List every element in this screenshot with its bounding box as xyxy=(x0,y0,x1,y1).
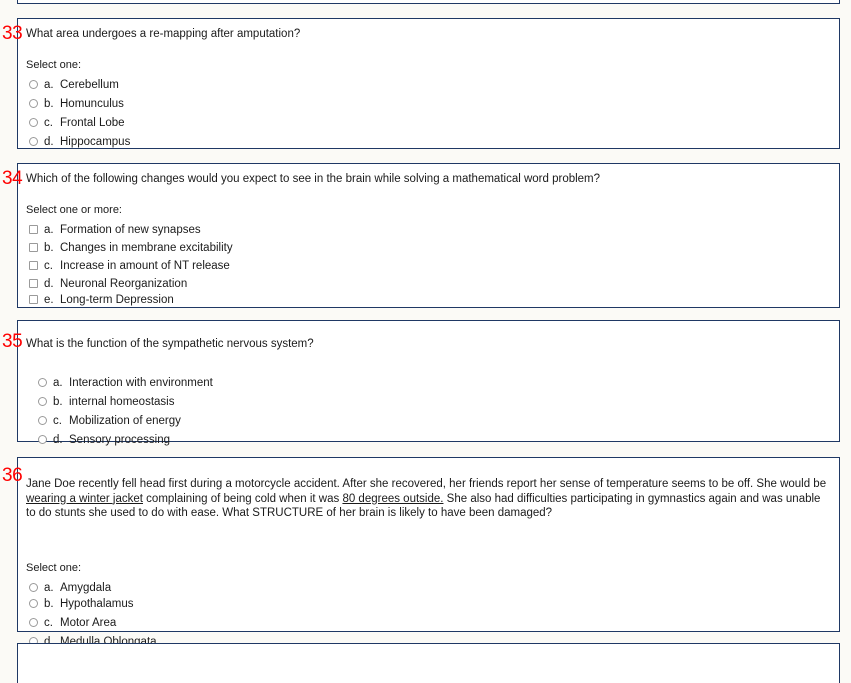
options-list-33: a. Cerebellum b. Homunculus c. Frontal L… xyxy=(26,79,839,148)
options-list-34: a. Formation of new synapses b. Changes … xyxy=(26,224,839,306)
option-letter: b. xyxy=(44,241,54,254)
radio-button-icon[interactable] xyxy=(38,377,47,387)
question-box-35: What is the function of the sympathetic … xyxy=(17,320,840,446)
radio-button-icon[interactable] xyxy=(38,434,47,444)
option-item[interactable]: d. Sensory processing xyxy=(35,434,839,446)
question-text-segment-underlined: wearing a winter jacket xyxy=(26,492,143,505)
option-label: Neuronal Reorganization xyxy=(60,277,188,290)
option-letter: a. xyxy=(44,78,54,91)
options-list-35: a. Interaction with environment b. inter… xyxy=(26,377,839,446)
option-label: Changes in membrane excitability xyxy=(60,241,233,254)
question-box-33: What area undergoes a re-mapping after a… xyxy=(17,18,840,149)
option-letter: a. xyxy=(44,581,54,594)
next-question-partial-box xyxy=(17,643,840,683)
option-item[interactable]: a. Interaction with environment xyxy=(35,377,839,389)
option-item[interactable]: e. Long-term Depression xyxy=(26,294,839,306)
radio-button-icon[interactable] xyxy=(29,598,38,608)
checkbox-icon[interactable] xyxy=(29,278,38,288)
option-letter: e. xyxy=(44,293,54,306)
option-label: Long-term Depression xyxy=(60,293,174,306)
option-label: Frontal Lobe xyxy=(60,116,125,129)
radio-button-icon[interactable] xyxy=(29,582,38,592)
radio-button-icon[interactable] xyxy=(29,79,38,89)
radio-button-icon[interactable] xyxy=(38,415,47,425)
option-letter: c. xyxy=(44,116,53,129)
option-letter: c. xyxy=(44,259,53,272)
option-letter: d. xyxy=(44,135,54,148)
question-number-36: 36 xyxy=(2,465,23,486)
option-label: internal homeostasis xyxy=(69,395,175,408)
question-text-segment: Jane Doe recently fell head first during… xyxy=(26,478,827,490)
question-number-33: 33 xyxy=(2,23,23,44)
option-label: Formation of new synapses xyxy=(60,223,201,236)
option-item[interactable]: b. Homunculus xyxy=(26,98,839,110)
question-text-segment-underlined: 80 degrees outside. xyxy=(342,492,444,505)
question-text-segment: complaining of being cold when it was xyxy=(142,492,343,505)
quiz-page: 33 What area undergoes a re-mapping afte… xyxy=(0,0,851,683)
select-instruction-36: Select one: xyxy=(26,561,82,574)
option-item[interactable]: c. Mobilization of energy xyxy=(35,415,839,427)
option-label: Hypothalamus xyxy=(60,597,134,610)
option-letter: b. xyxy=(44,597,54,610)
previous-question-partial-box xyxy=(17,0,840,4)
option-label: Hippocampus xyxy=(60,135,131,148)
question-text-33: What area undergoes a re-mapping after a… xyxy=(26,28,301,40)
radio-button-icon[interactable] xyxy=(29,98,38,108)
option-label: Motor Area xyxy=(60,616,117,629)
option-letter: b. xyxy=(53,395,63,408)
radio-button-icon[interactable] xyxy=(29,136,38,146)
option-item[interactable]: d. Neuronal Reorganization xyxy=(26,278,839,290)
option-label: Homunculus xyxy=(60,97,124,110)
question-text-34: Which of the following changes would you… xyxy=(26,173,601,185)
option-item[interactable]: a. Amygdala xyxy=(26,582,831,594)
option-item[interactable]: c. Increase in amount of NT release xyxy=(26,260,839,272)
option-label: Mobilization of energy xyxy=(69,414,181,427)
radio-button-icon[interactable] xyxy=(29,617,38,627)
question-box-34: Which of the following changes would you… xyxy=(17,163,840,308)
option-letter: a. xyxy=(44,223,54,236)
question-text-35: What is the function of the sympathetic … xyxy=(26,338,314,350)
question-number-34: 34 xyxy=(2,168,23,189)
option-label: Cerebellum xyxy=(60,78,119,91)
checkbox-icon[interactable] xyxy=(29,242,38,252)
option-item[interactable]: c. Frontal Lobe xyxy=(26,117,839,129)
question-box-36: Jane Doe recently fell head first during… xyxy=(17,457,840,648)
option-letter: d. xyxy=(44,277,54,290)
option-item[interactable]: a. Formation of new synapses xyxy=(26,224,839,236)
checkbox-icon[interactable] xyxy=(29,260,38,270)
option-item[interactable]: a. Cerebellum xyxy=(26,79,839,91)
option-letter: c. xyxy=(44,616,53,629)
option-label: Increase in amount of NT release xyxy=(60,259,230,272)
option-item[interactable]: c. Motor Area xyxy=(26,617,831,629)
select-instruction-34: Select one or more: xyxy=(26,203,122,216)
checkbox-icon[interactable] xyxy=(29,224,38,234)
question-text-36: Jane Doe recently fell head first during… xyxy=(26,477,831,521)
option-letter: c. xyxy=(53,414,62,427)
option-item[interactable]: d. Hippocampus xyxy=(26,136,839,148)
option-item[interactable]: b. internal homeostasis xyxy=(35,396,839,408)
option-letter: b. xyxy=(44,97,54,110)
option-label: Interaction with environment xyxy=(69,376,213,389)
option-item[interactable]: b. Hypothalamus xyxy=(26,598,831,610)
options-list-36: a. Amygdala b. Hypothalamus c. Motor Are… xyxy=(26,582,831,648)
option-item[interactable]: b. Changes in membrane excitability xyxy=(26,242,839,254)
option-letter: d. xyxy=(53,433,63,446)
option-label: Sensory processing xyxy=(69,433,170,446)
checkbox-icon[interactable] xyxy=(29,294,38,304)
option-label: Amygdala xyxy=(60,581,112,594)
option-letter: a. xyxy=(53,376,63,389)
question-number-35: 35 xyxy=(2,331,23,352)
select-instruction-33: Select one: xyxy=(26,58,82,71)
radio-button-icon[interactable] xyxy=(29,117,38,127)
radio-button-icon[interactable] xyxy=(38,396,47,406)
